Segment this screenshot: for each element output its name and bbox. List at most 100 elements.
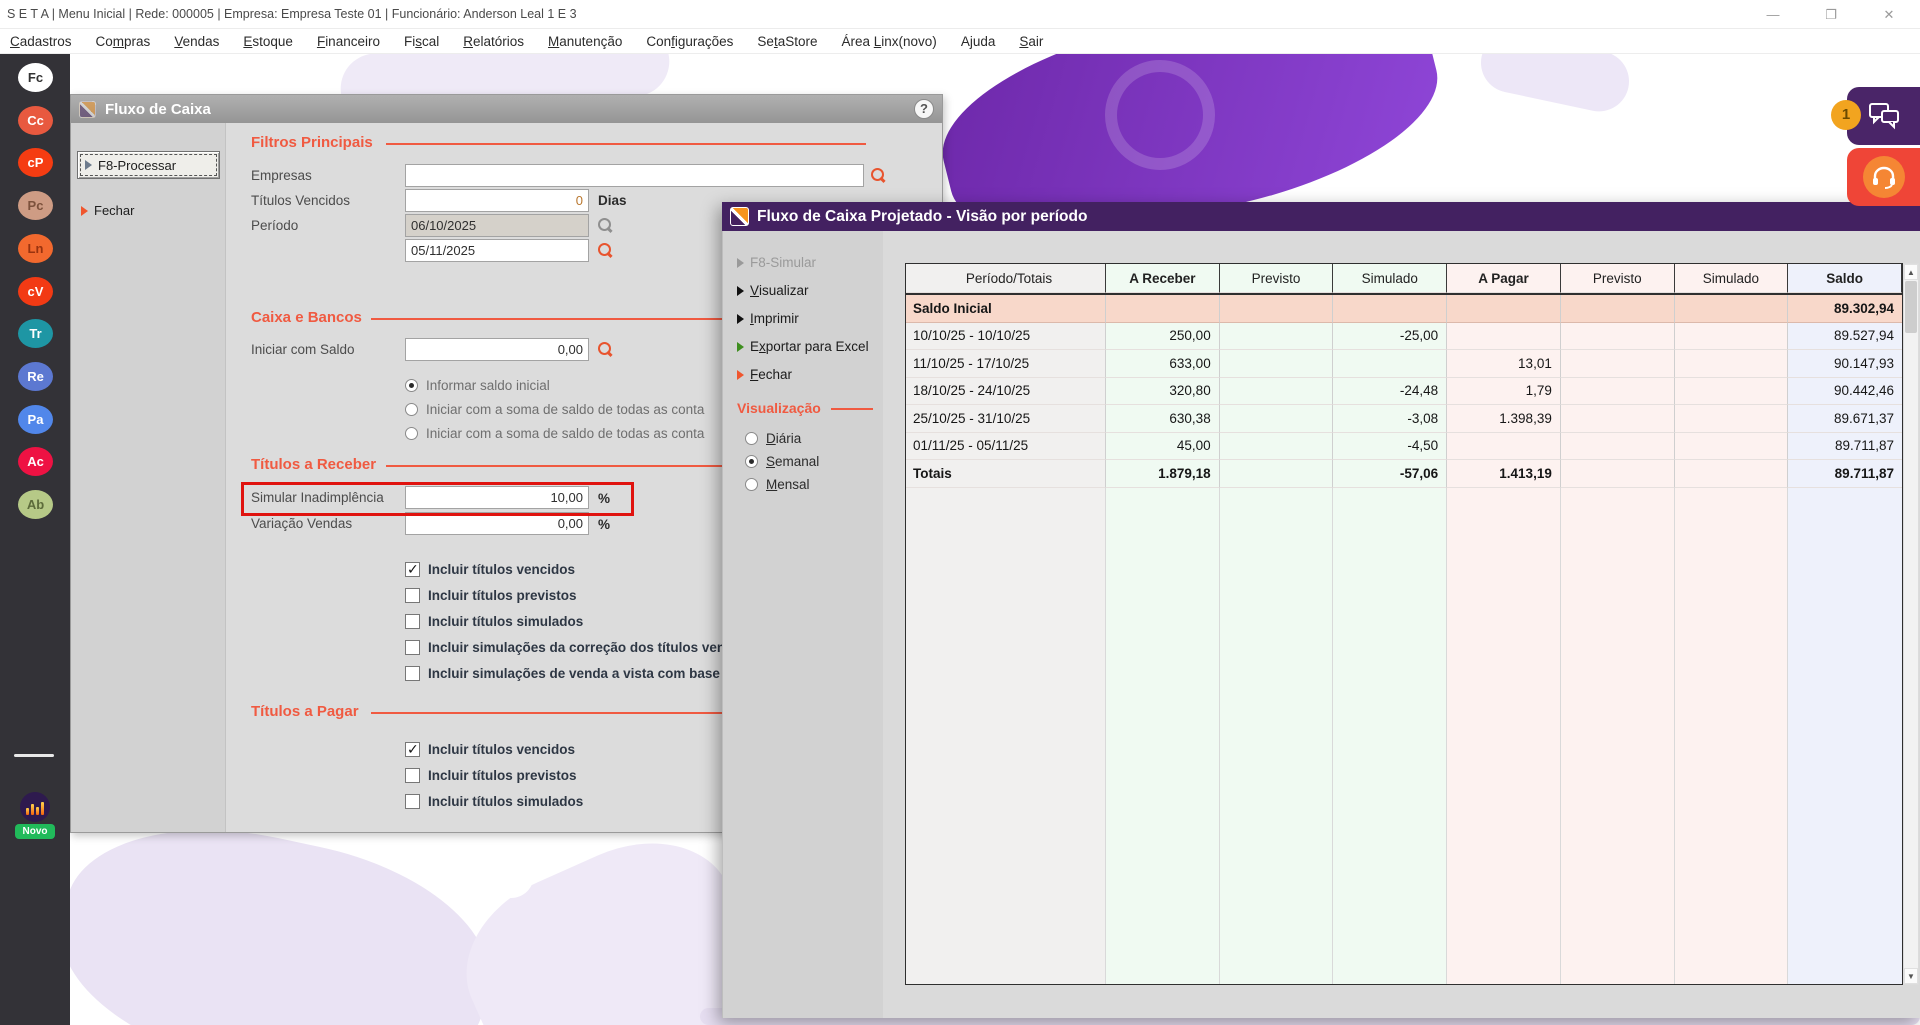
cashflow-table[interactable]: Período/Totais A Receber Previsto Simulado A… [905,263,1903,985]
sidebar-icon-ac[interactable]: Ac [18,447,53,477]
scroll-down-icon[interactable]: ▼ [1904,968,1918,984]
restore-icon[interactable]: ❐ [1816,4,1846,26]
close-icon[interactable]: ✕ [1874,4,1904,26]
menu-item-setastore[interactable]: SetaStore [757,34,817,49]
table-row-totais[interactable]: Totais 1.879,18 -57,06 1.413,19 89.711,87 [906,460,1902,488]
iniciar-saldo-input[interactable]: 0,00 [405,338,589,361]
sidebar-icon-tr[interactable]: Tr [18,319,53,349]
checkbox-incluir-titulos-vencidos[interactable]: Incluir títulos vencidos [405,556,725,582]
sidebar-icon-cp[interactable]: cP [18,148,53,178]
radio-icon[interactable] [405,402,418,416]
menu-visualizar[interactable]: Visualizar [737,283,809,298]
column-header-saldo[interactable]: Saldo [1788,264,1902,293]
section-line [831,408,873,410]
radio-icon[interactable] [405,426,418,440]
column-header-previsto[interactable]: Previsto [1560,264,1675,293]
menu-item-fiscal[interactable]: Fiscal [404,34,439,49]
table-row-10-10-25-10-10-25[interactable]: 10/10/25 - 10/10/25 250,00 -25,00 89.527,94 [906,322,1902,350]
column-header-a-receber[interactable]: A Receber [1106,264,1220,293]
novo-chart-icon[interactable] [20,792,50,822]
table-row-25-10-25-31-10-25[interactable]: 25/10/25 - 31/10/25 630,38 -3,08 1.398,39 89… [906,405,1902,433]
checkbox-icon[interactable] [405,767,420,783]
support-widget[interactable] [1847,148,1920,206]
window1-titlebar[interactable]: Fluxo de Caixa ? [71,95,942,123]
processar-button[interactable]: F8-Processar [77,151,220,179]
column-header-periodo-totais[interactable]: Período/Totais [906,264,1106,293]
table-row-saldo-inicial[interactable]: Saldo Inicial 89.302,94 [906,295,1902,323]
periodo-start-search-icon[interactable] [598,218,611,231]
iniciar-saldo-search-icon[interactable] [598,342,611,355]
sidebar-icon-fc[interactable]: Fc [18,63,53,92]
column-header-simulado[interactable]: Simulado [1674,264,1789,293]
radio-informar-saldo-inicial[interactable]: Informar saldo inicial [405,373,704,397]
empresas-search-icon[interactable] [871,168,884,181]
scroll-up-icon[interactable]: ▲ [1904,264,1918,280]
column-header-a-pagar[interactable]: A Pagar [1447,264,1561,293]
variacao-vendas-input[interactable]: 0,00 [405,512,589,535]
menu-item-estoque[interactable]: Estoque [243,34,293,49]
checkbox-icon[interactable] [405,793,420,809]
menu-exportar-para-excel[interactable]: Ex portar para Excel [737,339,869,354]
table-row-11-10-25-17-10-25[interactable]: 11/10/25 - 17/10/25 633,00 13,01 90.147,93 [906,350,1902,378]
menu-item-sair[interactable]: Sair [1019,34,1043,49]
fechar-button[interactable]: Fechar [81,203,134,218]
checkbox-incluir-simulacoes-de-venda-a-vista-com-base[interactable]: Incluir simulações de venda a vista com … [405,660,725,686]
radio-mensal[interactable]: Mensal [745,473,819,496]
checkbox-incluir-titulos-previstos[interactable]: Incluir títulos previstos [405,582,725,608]
periodo-end-input[interactable]: 05/11/2025 [405,239,589,262]
table-row-01-11-25-05-11-25[interactable]: 01/11/25 - 05/11/25 45,00 -4,50 89.711,87 [906,432,1902,460]
checkbox-incluir-titulos-vencidos[interactable]: Incluir títulos vencidos [405,736,583,762]
menu-item-financeiro[interactable]: Financeiro [317,34,380,49]
menu-item-cadastros[interactable]: Cadastros [10,34,72,49]
menu-imprimir[interactable]: Imprimir [737,311,799,326]
column-header-previsto[interactable]: Previsto [1219,264,1334,293]
sidebar-icon-pa[interactable]: Pa [18,404,53,434]
radio-iniciar-com-a-soma-de-saldo-de-todas-as-conta[interactable]: Iniciar com a soma de saldo de todas as … [405,397,704,421]
vertical-scrollbar[interactable]: ▲ ▼ [1903,263,1919,985]
table-row-18-10-25-24-10-25[interactable]: 18/10/25 - 24/10/25 320,80 -24,48 1,79 90.44… [906,377,1902,405]
checkbox-icon[interactable] [405,561,420,578]
scroll-thumb[interactable] [1905,281,1917,333]
empresas-input[interactable] [405,164,864,187]
radio-diaria[interactable]: Diária [745,427,819,450]
menu-item-manutencao[interactable]: Manutenção [548,34,622,49]
menu-item-area-linx-novo[interactable]: Área Linx(novo) [841,34,936,49]
radio-icon[interactable] [745,432,758,445]
simular-inadimplencia-input[interactable]: 10,00 [405,486,589,509]
radio-iniciar-com-a-soma-de-saldo-de-todas-as-conta[interactable]: Iniciar com a soma de saldo de todas as … [405,421,704,445]
sidebar-icon-ab[interactable]: Ab [18,490,53,519]
column-header-simulado[interactable]: Simulado [1333,264,1448,293]
menu-item-ajuda[interactable]: Ajuda [961,34,996,49]
minimize-icon[interactable]: — [1758,4,1788,26]
checkbox-incluir-titulos-previstos[interactable]: Incluir títulos previstos [405,762,583,788]
checkbox-incluir-simulacoes-da-correcao-dos-titulos-ven[interactable]: Incluir simulações da correção dos títul… [405,634,725,660]
chat-widget[interactable]: 1 [1831,87,1920,145]
checkbox-icon[interactable] [405,613,420,629]
sidebar-icon-ln[interactable]: Ln [18,233,53,263]
radio-icon[interactable] [405,378,418,392]
periodo-start-input[interactable]: 06/10/2025 [405,214,589,237]
sidebar-icon-pc[interactable]: Pc [18,191,53,221]
menu-item-configuracoes[interactable]: Configurações [646,34,733,49]
checkbox-icon[interactable] [405,741,420,758]
menu-item-relatorios[interactable]: Relatórios [463,34,524,49]
sidebar-icon-re[interactable]: Re [18,361,53,391]
checkbox-icon[interactable] [405,639,420,655]
menu-fechar[interactable]: Fechar [737,367,792,382]
sidebar-icon-cv[interactable]: cV [18,276,53,306]
radio-semanal[interactable]: Semanal [745,450,819,473]
radio-icon[interactable] [745,455,758,468]
checkbox-icon[interactable] [405,665,420,681]
window2-titlebar[interactable]: Fluxo de Caixa Projetado - Visão por per… [722,202,1920,231]
radio-icon[interactable] [745,478,758,491]
checkbox-icon[interactable] [405,587,420,603]
checkbox-incluir-titulos-simulados[interactable]: Incluir títulos simulados [405,788,583,814]
help-button[interactable]: ? [914,99,934,119]
titulos-vencidos-input[interactable]: 0 [405,189,589,212]
menu-item-compras[interactable]: Compras [96,34,151,49]
cell-10-10-25-10-10-25-previsto [1219,322,1334,350]
menu-item-vendas[interactable]: Vendas [174,34,219,49]
sidebar-icon-cc[interactable]: Cc [18,105,53,135]
periodo-end-search-icon[interactable] [598,243,611,256]
checkbox-incluir-titulos-simulados[interactable]: Incluir títulos simulados [405,608,725,634]
